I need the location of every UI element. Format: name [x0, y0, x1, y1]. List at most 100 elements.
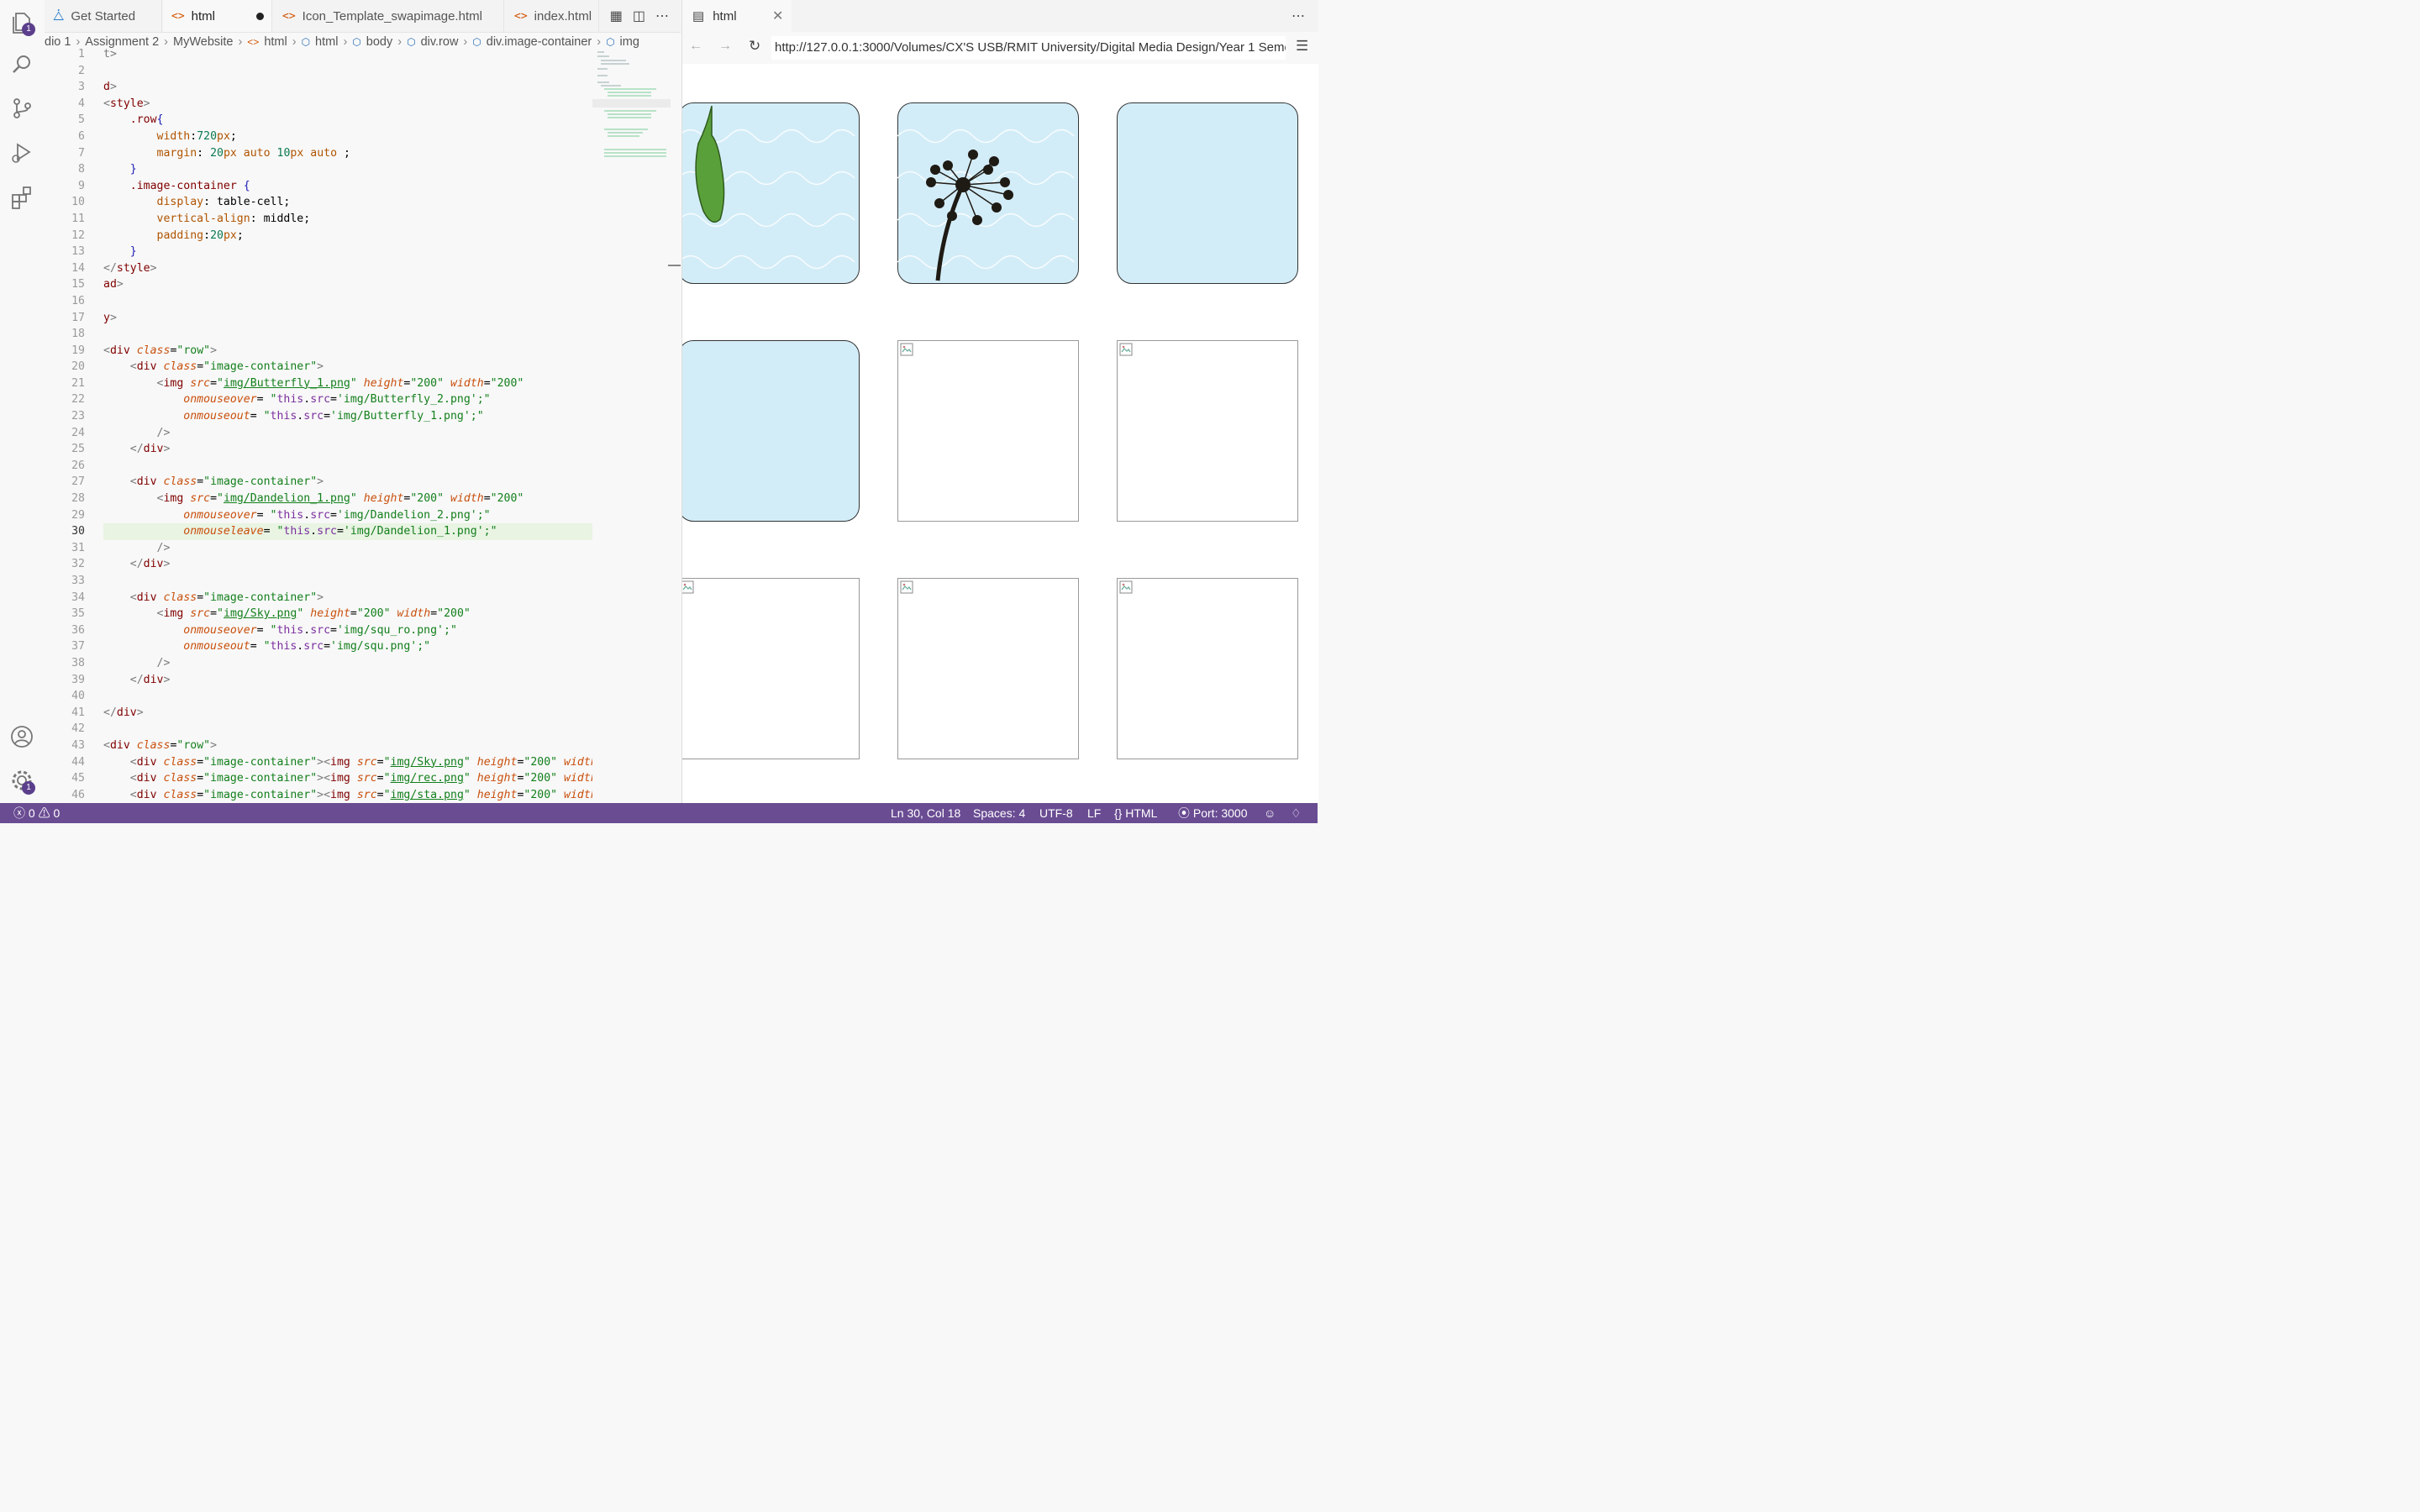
line-number: 41 [71, 706, 85, 719]
broken-image[interactable] [897, 578, 1079, 759]
leaf-shape [695, 105, 725, 223]
sky-image[interactable] [682, 340, 860, 522]
line-number: 2 [78, 64, 85, 77]
line-number: 18 [71, 328, 85, 341]
line-number-gutter: 1 2 3 4 5 6 7 8 9 10 11 12 13 14 15 16 17 18 19 20 21 22 23 24 2… [45, 46, 88, 803]
broken-image-icon [900, 343, 913, 356]
editor-scrollbar[interactable] [668, 265, 681, 266]
line-number: 29 [71, 508, 85, 522]
minimap[interactable] [592, 49, 671, 166]
source-control-icon[interactable] [9, 96, 34, 121]
more-actions-icon[interactable]: ⋯ [1292, 8, 1305, 24]
line-number: 43 [71, 738, 85, 752]
forward-arrow-icon[interactable]: → [718, 39, 732, 54]
warning-count: 0 [53, 806, 60, 820]
html-file-icon: <> [171, 9, 185, 23]
encoding[interactable]: UTF-8 [1039, 803, 1073, 823]
vscode-icon: ⧊ [53, 8, 65, 24]
code-editor[interactable]: t> d> <style> .row{ width:720px; margin:… [103, 46, 592, 803]
port-label: Port: 3000 [1192, 806, 1248, 820]
broken-image[interactable] [1117, 340, 1298, 522]
dandelion-image[interactable] [897, 102, 1079, 284]
html-file-icon: <> [282, 9, 296, 23]
reload-icon[interactable]: ↻ [749, 38, 760, 55]
list-icon[interactable]: ☰ [1296, 38, 1308, 55]
account-icon[interactable] [9, 724, 34, 749]
indentation[interactable]: Spaces: 4 [973, 803, 1025, 823]
butterfly-image[interactable] [682, 102, 860, 284]
tab-icon-template[interactable]: <> Icon_Template_swapimage.html [274, 0, 504, 32]
breadcrumb-item[interactable]: img [620, 35, 639, 49]
unsaved-dot-icon[interactable] [256, 13, 264, 20]
bell-icon[interactable]: ♢ [1291, 803, 1302, 823]
broken-image-icon [900, 580, 913, 594]
line-number: 4 [78, 97, 85, 110]
html-file-icon: <> [514, 9, 528, 23]
broken-image[interactable] [1117, 578, 1298, 759]
line-number: 42 [71, 722, 85, 736]
browser-tab[interactable]: ▤ html ✕ [682, 0, 792, 32]
tab-index[interactable]: <> index.html [506, 0, 599, 32]
error-count: 0 [28, 806, 35, 820]
broken-image[interactable] [897, 340, 1079, 522]
end-of-line[interactable]: LF [1087, 803, 1101, 823]
error-icon: ⓧ [13, 806, 25, 820]
problems-indicator[interactable]: ⓧ 0 ⚠ 0 [13, 803, 60, 823]
line-number: 22 [71, 393, 85, 407]
line-number: 38 [71, 656, 85, 669]
tab-label: Icon_Template_swapimage.html [302, 8, 482, 24]
line-number: 9 [78, 179, 85, 192]
line-number: 8 [78, 163, 85, 176]
broken-image-icon [1119, 580, 1133, 594]
settings-badge: 1 [22, 781, 35, 795]
browser-tab-label: html [713, 8, 737, 24]
search-icon[interactable] [9, 52, 34, 77]
line-number: 10 [71, 196, 85, 209]
feedback-icon[interactable]: ☺ [1264, 803, 1276, 823]
sky-image[interactable] [1117, 102, 1298, 284]
tab-html[interactable]: <> html [163, 0, 272, 32]
language-mode[interactable]: {} HTML [1114, 803, 1157, 823]
open-preview-icon[interactable]: ▦ [610, 8, 623, 24]
tab-label: html [191, 8, 215, 24]
line-number: 19 [71, 344, 85, 357]
line-number: 33 [71, 575, 85, 587]
line-number: 20 [71, 360, 85, 374]
line-number: 35 [71, 607, 85, 621]
line-number: 36 [71, 623, 85, 637]
editor-tab-bar: ⧊ Get Started <> html <> Icon_Template_s… [45, 0, 681, 33]
line-number: 23 [71, 410, 85, 423]
url-input[interactable]: http://127.0.0.1:3000/Volumes/CX'S USB/R… [771, 36, 1286, 60]
line-number: 6 [78, 129, 85, 143]
editor-actions: ▦ ◫ ⋯ [610, 0, 681, 32]
browser-tab-bar: ▤ html ✕ ⋯ [682, 0, 1318, 32]
line-number: 30 [71, 525, 85, 538]
run-debug-icon[interactable] [9, 140, 34, 165]
editor-area: ⧊ Get Started <> html <> Icon_Template_s… [45, 0, 681, 803]
line-number: 27 [71, 475, 85, 489]
status-bar: ⓧ 0 ⚠ 0 Ln 30, Col 18 Spaces: 4 UTF-8 LF… [0, 803, 1318, 823]
back-arrow-icon[interactable]: ← [689, 39, 702, 54]
cursor-position[interactable]: Ln 30, Col 18 [891, 803, 960, 823]
braces-icon: {} [1114, 806, 1123, 820]
activity-bar: 1 1 [0, 0, 45, 803]
browser-nav-bar: ← → ↻ http://127.0.0.1:3000/Volumes/CX'S… [682, 32, 1318, 64]
line-number: 31 [71, 541, 85, 554]
explorer-badge: 1 [22, 23, 35, 36]
broken-image-icon [682, 580, 694, 594]
line-number: 34 [71, 591, 85, 604]
line-number: 17 [71, 311, 85, 324]
live-server-port[interactable]: ⦿ Port: 3000 [1178, 803, 1248, 823]
line-number: 46 [71, 788, 85, 801]
line-number: 39 [71, 673, 85, 686]
line-number: 26 [71, 459, 85, 472]
line-number: 7 [78, 146, 85, 160]
more-actions-icon[interactable]: ⋯ [655, 8, 669, 24]
tab-get-started[interactable]: ⧊ Get Started [45, 0, 162, 32]
split-editor-icon[interactable]: ◫ [633, 8, 645, 24]
extensions-icon[interactable] [9, 185, 34, 210]
line-number: 40 [71, 690, 85, 703]
line-number: 24 [71, 426, 85, 439]
close-icon[interactable]: ✕ [772, 8, 783, 24]
broken-image[interactable] [682, 578, 860, 759]
